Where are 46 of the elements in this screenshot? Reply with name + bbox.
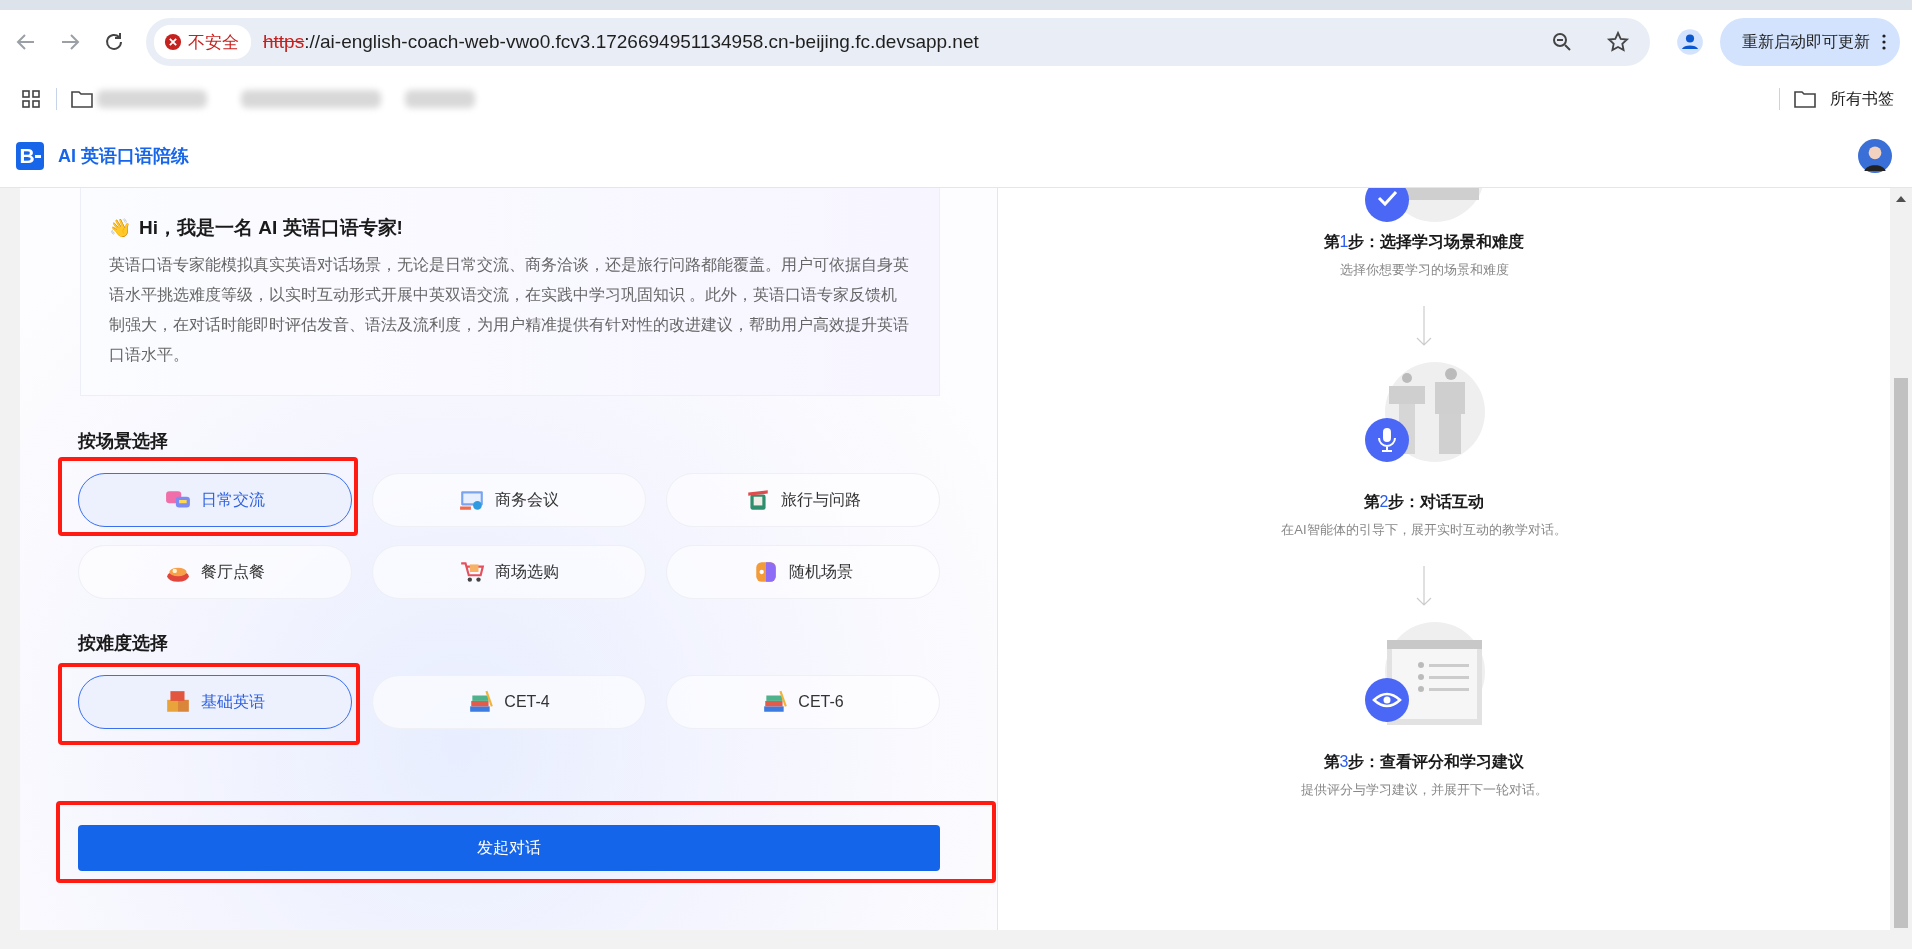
security-chip[interactable]: 不安全 [154, 25, 251, 59]
step-description: 选择你想要学习的场景和难度 [1339, 261, 1509, 279]
folder-icon[interactable] [1794, 89, 1816, 109]
start-conversation-button[interactable]: 发起对话 [78, 825, 940, 871]
user-avatar[interactable] [1858, 138, 1892, 173]
address-bar[interactable]: 不安全 https://ai-english-coach-web-vwo0.fcv3.1726694951134958.cn-beijing.fc.devsapp.net [146, 18, 1650, 66]
scene-option[interactable]: 日常交流 [78, 473, 352, 527]
update-button[interactable]: 重新启动即可更新 [1720, 18, 1900, 66]
luggage-icon [745, 487, 771, 513]
step-title: 第2步：对话互动 [1363, 492, 1485, 512]
apps-grid-icon[interactable] [20, 89, 42, 109]
step-title: 第1步：选择学习场景和难度 [1323, 232, 1525, 252]
warning-icon [164, 33, 182, 51]
difficulty-option[interactable]: 基础英语 [78, 675, 352, 729]
intro-heading: Hi，我是一名 AI 英语口语专家! [139, 216, 403, 240]
dice-icon [753, 559, 779, 585]
more-icon [1882, 34, 1886, 50]
shopping-cart-icon [459, 559, 485, 585]
difficulty-option[interactable]: CET-6 [666, 675, 940, 729]
down-arrow [1414, 565, 1434, 607]
step-description: 在AI智能体的引导下，展开实时互动的教学对话。 [1281, 521, 1567, 539]
star-icon[interactable] [1606, 30, 1630, 54]
all-bookmarks-link[interactable]: 所有书签 [1830, 88, 1894, 110]
folder-icon[interactable] [71, 89, 93, 109]
waving-hand-icon: 👋 [109, 217, 131, 239]
books-icon [762, 689, 789, 715]
step-title: 第3步：查看评分和学习建议 [1323, 752, 1525, 772]
intro-text: 英语口语专家能模拟真实英语对话场景，无论是日常交流、商务洽谈，还是旅行问路都能覆盖。用户可依据自身英语水平挑选难度等级，以实时互动形式开展中英双语交流，在实践中学习巩固知识 。此外，英语口语专家反馈机制强大，在对话时能即时评估发音、语法及流利度，为用户精准提供有针对性的改进建议，帮助用户高效提升英语口语水平。 [109, 255, 909, 365]
difficulty-option[interactable]: CET-4 [372, 675, 646, 729]
scroll-up-icon[interactable] [1896, 196, 1906, 202]
app-title: AI 英语口语陪练 [58, 144, 189, 168]
scrollbar-thumb[interactable] [1894, 378, 1908, 928]
app-logo: B [16, 141, 44, 170]
down-arrow [1414, 305, 1434, 347]
step-description: 提供评分与学习建议，并展开下一轮对话。 [1300, 781, 1548, 799]
url-text: https://ai-english-coach-web-vwo0.fcv3.1726694951134958.cn-beijing.fc.devsapp.net [263, 31, 980, 53]
books-icon [468, 689, 495, 715]
profile-icon[interactable] [1676, 28, 1704, 56]
section-title: 按场景选择 [78, 430, 169, 453]
scene-option[interactable]: 商场选购 [372, 545, 646, 599]
scene-option[interactable]: 商务会议 [372, 473, 646, 527]
scene-option[interactable]: 餐厅点餐 [78, 545, 352, 599]
scene-option[interactable]: 随机场景 [666, 545, 940, 599]
blocks-icon [165, 689, 191, 715]
section-title: 按难度选择 [78, 632, 169, 655]
scene-option[interactable]: 旅行与问路 [666, 473, 940, 527]
